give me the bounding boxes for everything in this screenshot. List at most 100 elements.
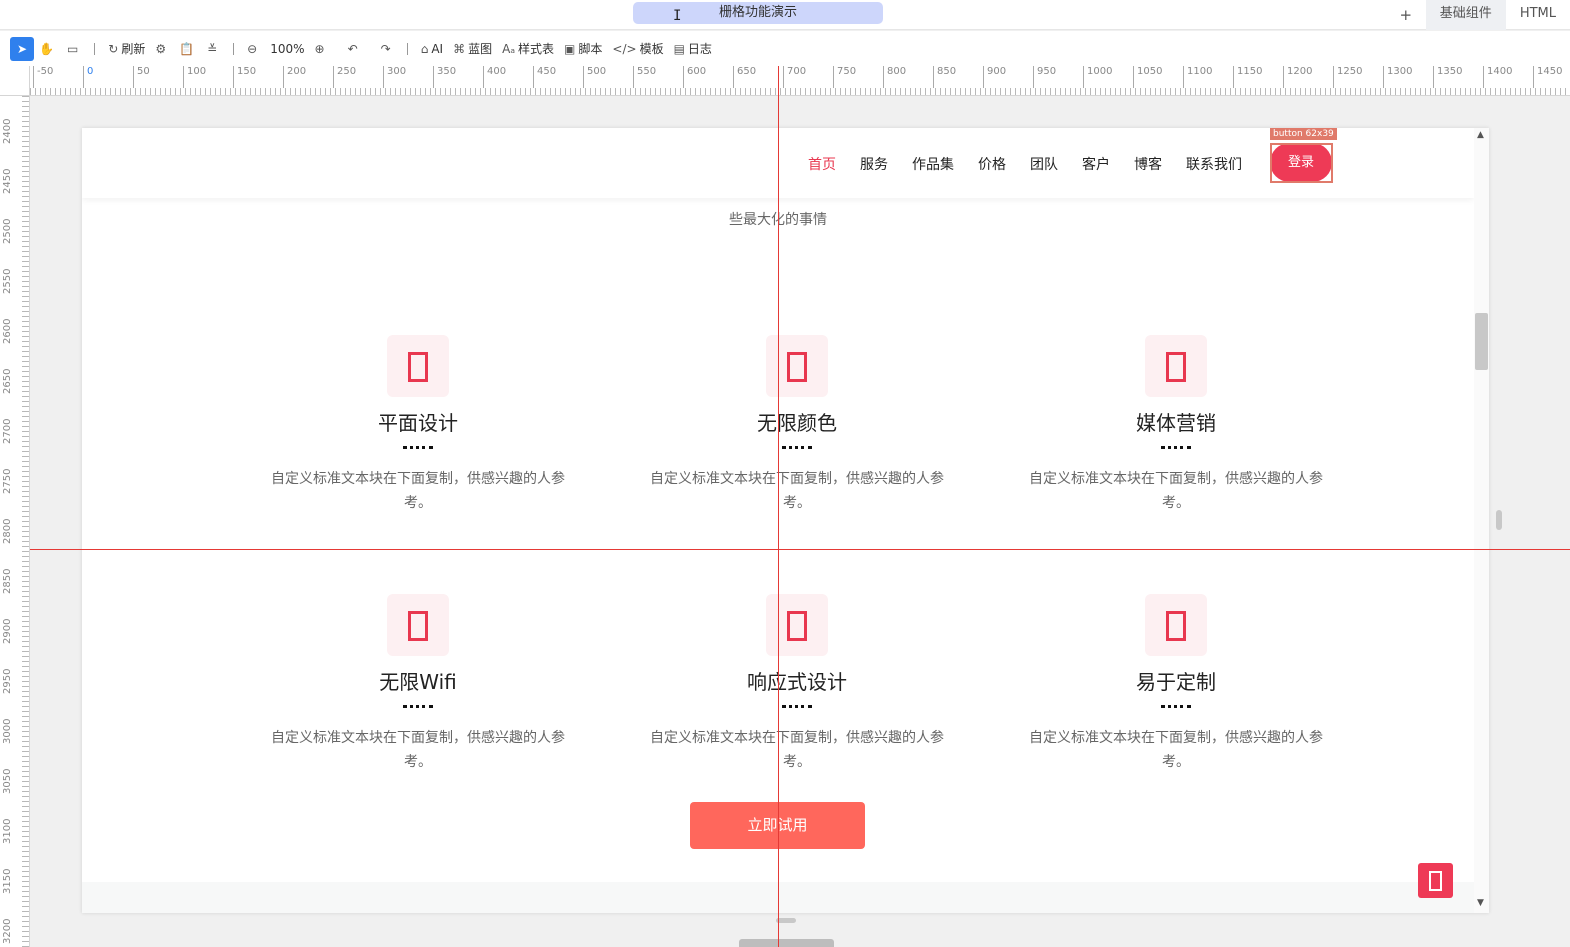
- ruler-tick-label: 1050: [1133, 66, 1162, 88]
- add-button[interactable]: +: [1386, 6, 1426, 24]
- ruler-tick-label: 2800: [2, 518, 13, 544]
- vertical-ruler[interactable]: 2400 2450 2500 2550 2600 2650 2700 2750 2800 2850…: [0, 96, 30, 947]
- page-footer-strip: [82, 882, 1474, 913]
- page-scrollbar[interactable]: [1474, 128, 1489, 913]
- ruler-tick-label: 2550: [2, 268, 13, 294]
- page-size-badge: [739, 939, 834, 947]
- zoom-in-button[interactable]: ⊕: [310, 37, 333, 61]
- ruler-tick-label: 650: [733, 66, 756, 88]
- code-icon: </>: [612, 41, 637, 56]
- zoom-level[interactable]: 100%: [265, 37, 309, 61]
- nav-item-services[interactable]: 服务: [860, 154, 888, 174]
- zoom-out-icon: ⊖: [247, 41, 258, 56]
- page-scrollbar-thumb[interactable]: [1475, 313, 1488, 370]
- toolbar-divider: [233, 42, 235, 55]
- ruler-corner: [0, 66, 30, 96]
- document-title[interactable]: 栅格功能演示: [633, 2, 883, 24]
- ruler-tick-label: 2850: [2, 568, 13, 594]
- try-now-button[interactable]: 立即试用: [690, 802, 865, 849]
- clipboard-button[interactable]: 📋: [174, 37, 202, 61]
- redo-button[interactable]: ↷: [376, 37, 399, 61]
- select-tool-button[interactable]: ➤: [10, 36, 34, 61]
- frame-tool-button[interactable]: ▭: [62, 37, 86, 61]
- horizontal-ruler[interactable]: -50 0 50 100 150 200 250 300 350 400 450 500 550 600 6…: [30, 66, 1570, 96]
- ruler-tick-label: 3150: [2, 868, 13, 894]
- zoom-out-button[interactable]: ⊖: [242, 37, 265, 61]
- ruler-tick-label: 50: [133, 66, 150, 88]
- ruler-tick-label: 850: [933, 66, 956, 88]
- feature-card: 响应式设计 自定义标准文本块在下面复制，供感兴趣的人参考。: [617, 594, 977, 774]
- template-label: 模板: [639, 42, 664, 56]
- feature-icon: [387, 594, 449, 656]
- nav-item-pricing[interactable]: 价格: [978, 154, 1006, 174]
- canvas-scrollbar-thumb[interactable]: [1496, 510, 1502, 530]
- ruler-tick-label: 150: [233, 66, 256, 88]
- feature-icon: [766, 335, 828, 397]
- feature-card: 无限颜色 自定义标准文本块在下面复制，供感兴趣的人参考。: [617, 335, 977, 515]
- ruler-tick-label: 2650: [2, 368, 13, 394]
- ruler-tick-label: 1100: [1183, 66, 1212, 88]
- title-bar-right: + 基础组件 HTML: [1386, 0, 1570, 30]
- settings-button[interactable]: ⚙: [150, 37, 174, 61]
- tab-basic-components[interactable]: 基础组件: [1425, 0, 1506, 30]
- floating-action-button[interactable]: [1418, 863, 1453, 898]
- layers-button[interactable]: ≚: [202, 37, 225, 61]
- features-grid: 平面设计 自定义标准文本块在下面复制，供感兴趣的人参考。 无限颜色 自定义标准文…: [238, 335, 1323, 774]
- toolbar: ➤ ✋ ▭ ↻ 刷新 ⚙ 📋 ≚ ⊖ 100% ⊕ ↶ ↷ ⌂ AI ⌘ 蓝图 Aₐ 样…: [0, 31, 1570, 66]
- feature-title: 无限Wifi: [379, 670, 457, 694]
- page-resize-handle[interactable]: [776, 918, 796, 923]
- feature-description: 自定义标准文本块在下面复制，供感兴趣的人参考。: [1029, 730, 1323, 770]
- ruler-tick-label: 950: [1033, 66, 1056, 88]
- ruler-tick-label: 1350: [1433, 66, 1462, 88]
- ruler-tick-label: 200: [283, 66, 306, 88]
- nav-item-portfolio[interactable]: 作品集: [912, 154, 954, 174]
- hand-icon: ✋: [39, 41, 54, 56]
- nav-item-clients[interactable]: 客户: [1082, 154, 1110, 174]
- feature-title: 媒体营销: [1136, 411, 1216, 435]
- feature-icon: [1145, 335, 1207, 397]
- blueprint-button[interactable]: ⌘ 蓝图: [448, 37, 497, 61]
- wave-divider: [403, 443, 433, 449]
- ruler-tick-label: 1000: [1083, 66, 1112, 88]
- redo-icon: ↷: [380, 41, 391, 56]
- ruler-tick-label: 600: [683, 66, 706, 88]
- ruler-tick-label: 0: [83, 66, 93, 88]
- tab-html[interactable]: HTML: [1506, 0, 1570, 30]
- refresh-button[interactable]: ↻ 刷新: [103, 37, 150, 61]
- template-button[interactable]: </> 模板: [607, 37, 668, 61]
- zoom-in-icon: ⊕: [314, 41, 325, 56]
- ai-button[interactable]: ⌂ AI: [416, 37, 448, 61]
- title-bar: 栅格功能演示 I + 基础组件 HTML: [0, 0, 1570, 30]
- scroll-up-icon[interactable]: ▲: [1477, 130, 1484, 140]
- nav-item-contact[interactable]: 联系我们: [1186, 154, 1242, 174]
- feature-description: 自定义标准文本块在下面复制，供感兴趣的人参考。: [1029, 471, 1323, 511]
- stylesheet-button[interactable]: Aₐ 样式表: [497, 37, 559, 61]
- ruler-tick-label: 2400: [2, 118, 13, 144]
- undo-button[interactable]: ↶: [343, 37, 366, 61]
- terminal-icon: ▤: [673, 41, 685, 56]
- nav-item-home[interactable]: 首页: [808, 154, 836, 174]
- ruler-tick-label: 2900: [2, 618, 13, 644]
- log-button[interactable]: ▤ 日志: [669, 37, 717, 61]
- feature-description: 自定义标准文本块在下面复制，供感兴趣的人参考。: [650, 730, 944, 770]
- feature-card: 媒体营销 自定义标准文本块在下面复制，供感兴趣的人参考。: [996, 335, 1356, 515]
- canvas-page[interactable]: 首页 服务 作品集 价格 团队 客户 博客 联系我们 登录 button 62x…: [82, 128, 1489, 913]
- ruler-tick-label: 800: [883, 66, 906, 88]
- ai-label: AI: [431, 41, 444, 56]
- login-button[interactable]: 登录: [1270, 143, 1332, 182]
- feature-description: 自定义标准文本块在下面复制，供感兴趣的人参考。: [271, 730, 565, 770]
- ruler-tick-label: -50: [33, 66, 53, 88]
- script-icon: ▣: [564, 41, 576, 56]
- feature-icon: [387, 335, 449, 397]
- wave-divider: [782, 443, 812, 449]
- nav-item-blog[interactable]: 博客: [1134, 154, 1162, 174]
- scroll-down-icon[interactable]: ▼: [1477, 898, 1484, 908]
- pan-tool-button[interactable]: ✋: [34, 37, 62, 61]
- feature-title: 易于定制: [1136, 670, 1216, 694]
- ruler-tick-label: 3050: [2, 768, 13, 794]
- script-button[interactable]: ▣ 脚本: [559, 37, 607, 61]
- nav-item-team[interactable]: 团队: [1030, 154, 1058, 174]
- feature-icon: [766, 594, 828, 656]
- ruler-tick-label: 450: [533, 66, 556, 88]
- ruler-tick-label: 550: [633, 66, 656, 88]
